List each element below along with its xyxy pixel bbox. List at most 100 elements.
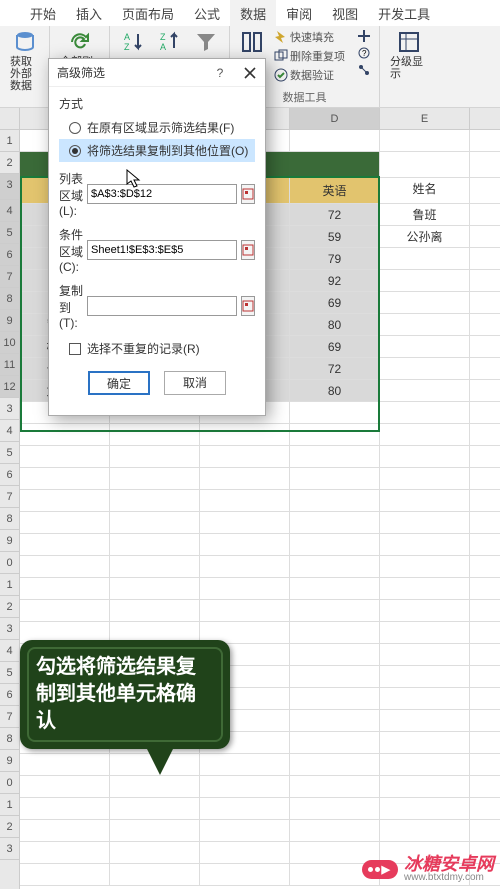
unique-records-checkbox[interactable]: 选择不重复的记录(R) [59, 330, 255, 363]
cell[interactable] [470, 152, 500, 178]
cell[interactable]: 69 [290, 336, 380, 358]
col-header[interactable]: F [470, 108, 500, 130]
row-header[interactable]: 9 [0, 750, 19, 772]
cell[interactable] [110, 842, 200, 864]
cell[interactable] [110, 864, 200, 886]
cell[interactable] [470, 710, 500, 732]
cell[interactable] [470, 600, 500, 622]
consolidate-button[interactable] [355, 28, 373, 44]
cell[interactable] [20, 820, 110, 842]
cell[interactable] [380, 380, 470, 402]
cell[interactable] [470, 578, 500, 600]
cell[interactable] [380, 776, 470, 798]
cell[interactable] [200, 512, 290, 534]
cell[interactable] [110, 534, 200, 556]
row-header[interactable]: 0 [0, 772, 19, 794]
cell[interactable] [20, 754, 110, 776]
cell[interactable] [200, 798, 290, 820]
criteria-header[interactable]: 姓名 [380, 178, 470, 204]
criteria-value[interactable]: 公孙离 [380, 226, 470, 248]
cell[interactable] [20, 556, 110, 578]
cell[interactable] [110, 776, 200, 798]
cell[interactable] [470, 490, 500, 512]
cell[interactable] [110, 490, 200, 512]
cell[interactable] [470, 534, 500, 556]
sort-az-button[interactable]: AZ [118, 28, 150, 58]
cell[interactable] [380, 754, 470, 776]
cell[interactable] [380, 732, 470, 754]
cell[interactable] [380, 644, 470, 666]
cell[interactable]: 69 [290, 292, 380, 314]
cell[interactable] [470, 556, 500, 578]
flash-fill-button[interactable]: 快速填充 [272, 28, 347, 46]
radio-filter-inplace[interactable]: 在原有区域显示筛选结果(F) [59, 116, 255, 139]
cell[interactable] [380, 130, 470, 152]
cancel-button[interactable]: 取消 [164, 371, 226, 395]
row-header[interactable]: 2 [0, 596, 19, 618]
cell[interactable] [20, 798, 110, 820]
range-picker-button[interactable] [241, 296, 255, 316]
cell[interactable] [200, 578, 290, 600]
cell[interactable] [290, 424, 380, 446]
cell[interactable] [470, 358, 500, 380]
row-header[interactable]: 9 [0, 310, 19, 332]
cell[interactable] [20, 490, 110, 512]
cell[interactable] [200, 424, 290, 446]
cell[interactable] [380, 152, 470, 178]
dialog-titlebar[interactable]: 高级筛选 ? [49, 59, 265, 87]
cell[interactable] [290, 622, 380, 644]
cell[interactable] [470, 380, 500, 402]
row-header[interactable]: 6 [0, 244, 19, 266]
row-header[interactable]: 9 [0, 530, 19, 552]
cell[interactable] [470, 512, 500, 534]
tab-formulas[interactable]: 公式 [184, 0, 230, 27]
cell[interactable] [200, 446, 290, 468]
cell[interactable] [470, 820, 500, 842]
cell[interactable] [290, 688, 380, 710]
cell[interactable] [290, 732, 380, 754]
cell[interactable] [290, 556, 380, 578]
relationships-button[interactable] [355, 62, 373, 78]
help-button[interactable]: ? [205, 59, 235, 87]
row-header[interactable]: 3 [0, 398, 19, 420]
row-header[interactable]: 3 [0, 838, 19, 860]
sort-za-button[interactable]: ZA [154, 28, 186, 58]
cell[interactable] [380, 424, 470, 446]
cell[interactable] [200, 842, 290, 864]
cell[interactable] [290, 666, 380, 688]
cell[interactable] [200, 776, 290, 798]
cell[interactable] [380, 248, 470, 270]
cell[interactable] [20, 534, 110, 556]
cell[interactable] [470, 798, 500, 820]
cell[interactable] [380, 820, 470, 842]
row-header[interactable]: 2 [0, 152, 19, 174]
tab-data[interactable]: 数据 [230, 0, 276, 27]
cell[interactable] [20, 578, 110, 600]
cell[interactable] [20, 424, 110, 446]
cell[interactable] [20, 600, 110, 622]
cell[interactable] [200, 754, 290, 776]
cell[interactable] [380, 710, 470, 732]
cell[interactable] [20, 842, 110, 864]
cell[interactable] [470, 402, 500, 424]
cell[interactable] [290, 776, 380, 798]
close-button[interactable] [235, 59, 265, 87]
row-header[interactable]: 6 [0, 464, 19, 486]
cell[interactable] [110, 820, 200, 842]
what-if-button[interactable]: ? [355, 45, 373, 61]
col-header[interactable]: E [380, 108, 470, 130]
row-header[interactable]: 8 [0, 728, 19, 750]
cell[interactable]: 79 [290, 248, 380, 270]
row-header[interactable]: 7 [0, 706, 19, 728]
cell[interactable] [380, 512, 470, 534]
row-header[interactable]: 4 [0, 420, 19, 442]
cell[interactable] [110, 424, 200, 446]
cell[interactable] [290, 534, 380, 556]
cell[interactable] [110, 512, 200, 534]
range-picker-button[interactable] [241, 240, 255, 260]
remove-duplicates-button[interactable]: 删除重复项 [272, 47, 347, 65]
cell[interactable] [380, 446, 470, 468]
cell[interactable] [470, 754, 500, 776]
tab-review[interactable]: 审阅 [276, 0, 322, 27]
row-header[interactable]: 1 [0, 574, 19, 596]
